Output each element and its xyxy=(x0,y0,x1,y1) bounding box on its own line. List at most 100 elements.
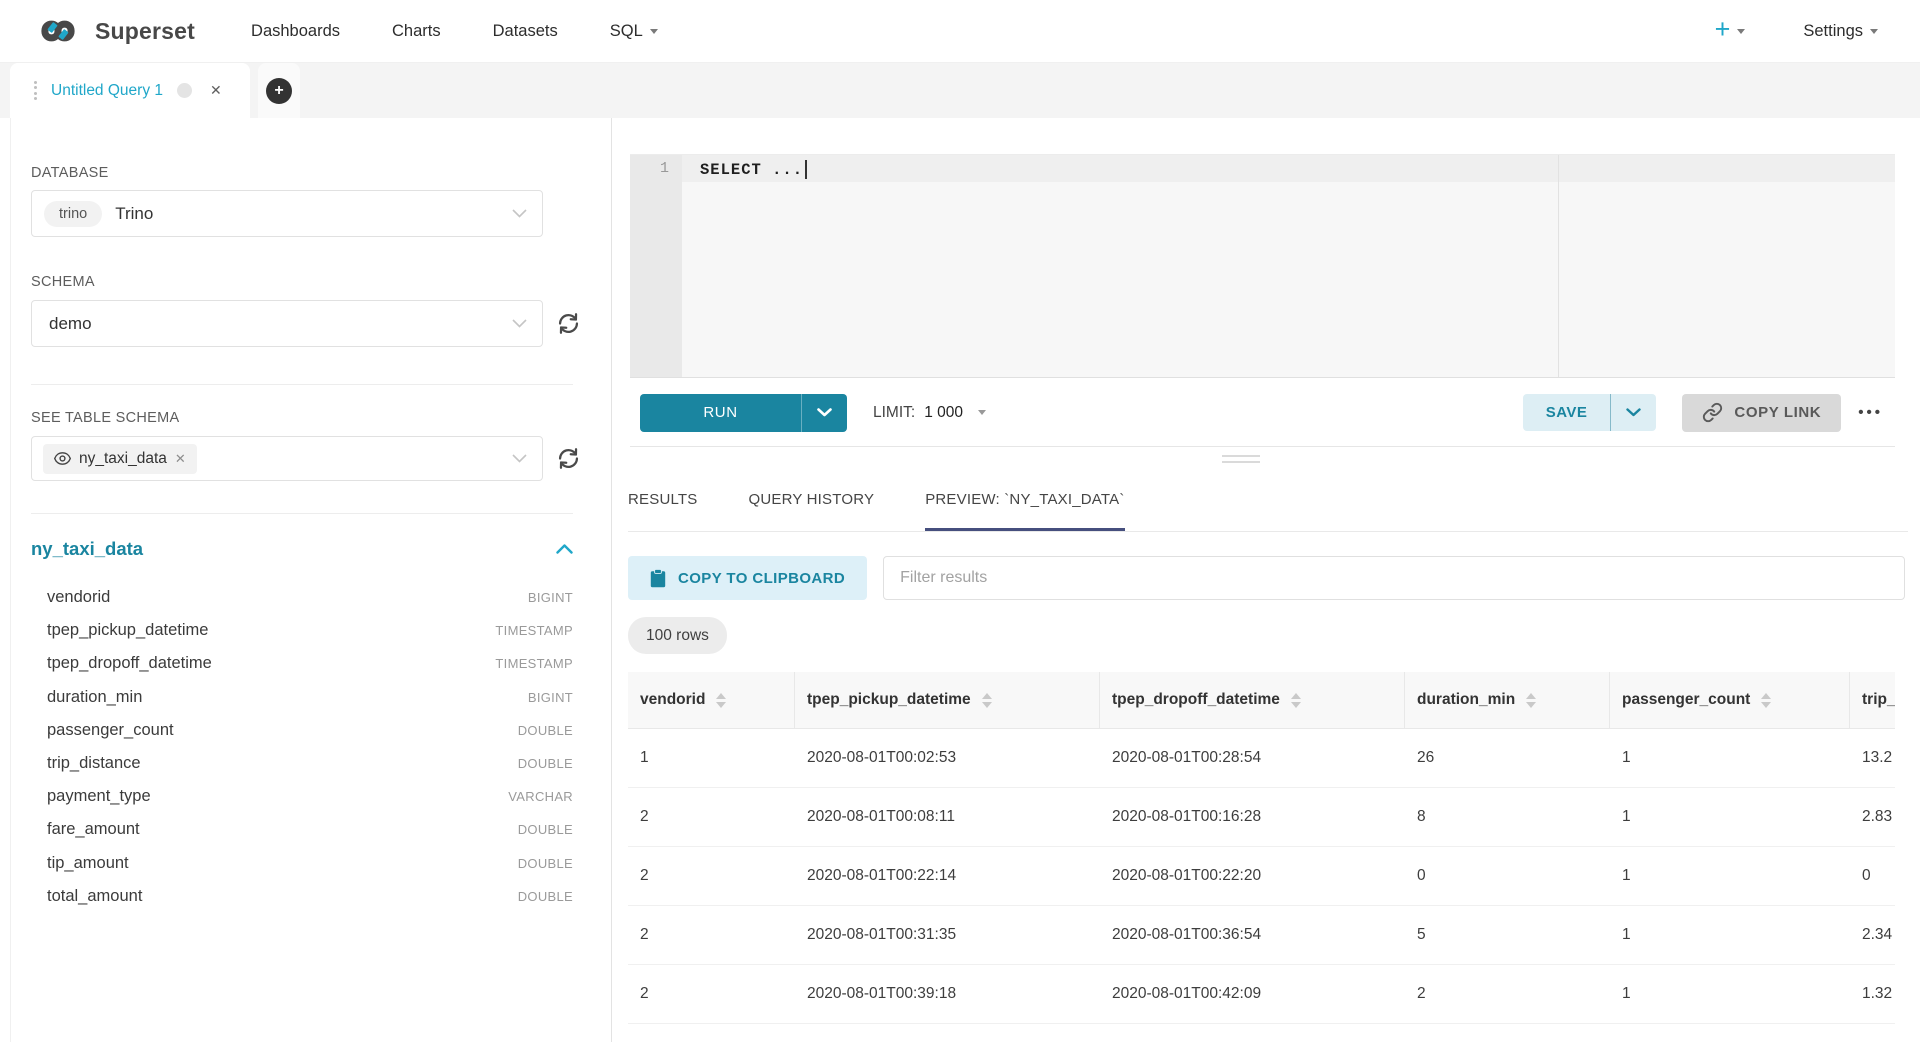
query-tab-strip: Untitled Query 1 ✕ + xyxy=(0,63,1920,118)
table-cell: 2020-08-01T00:28:54 xyxy=(1100,729,1405,787)
superset-logo[interactable]: Superset xyxy=(30,16,195,46)
limit-dropdown[interactable]: LIMIT: 1 000 xyxy=(873,404,986,422)
nav-dashboards[interactable]: Dashboards xyxy=(251,22,340,41)
editor-code-line[interactable]: SELECT ... xyxy=(700,160,807,179)
schema-column-row[interactable]: total_amountDOUBLE xyxy=(47,880,573,913)
sort-icon[interactable] xyxy=(1526,693,1536,708)
collapse-chevron-up-icon[interactable] xyxy=(556,544,573,554)
copy-to-clipboard-label: COPY TO CLIPBOARD xyxy=(678,570,845,587)
table-panel-header: ny_taxi_data xyxy=(31,538,573,560)
table-header-cell[interactable]: vendorid xyxy=(628,672,795,728)
schema-select[interactable]: demo xyxy=(31,300,543,347)
schema-column-row[interactable]: passenger_countDOUBLE xyxy=(47,714,573,747)
add-tab-button[interactable]: + xyxy=(266,78,292,104)
eye-icon[interactable] xyxy=(54,452,71,465)
table-header-cell[interactable]: trip_distance xyxy=(1850,672,1895,728)
table-row[interactable]: 22020-08-01T00:39:182020-08-01T00:42:092… xyxy=(628,965,1895,1024)
table-select[interactable]: ny_taxi_data ✕ xyxy=(31,436,543,481)
schema-column-row[interactable]: trip_distanceDOUBLE xyxy=(47,747,573,780)
table-row[interactable]: 22020-08-01T00:08:112020-08-01T00:16:288… xyxy=(628,788,1895,847)
editor-toolbar: RUN LIMIT: 1 000 SAVE xyxy=(630,379,1895,447)
infinity-logo-icon xyxy=(30,16,86,46)
superset-app: Superset Dashboards Charts Datasets SQL … xyxy=(0,0,1920,1042)
copy-link-label: COPY LINK xyxy=(1734,404,1821,421)
run-options-button[interactable] xyxy=(802,394,847,432)
schema-column-row[interactable]: payment_typeVARCHAR xyxy=(47,780,573,813)
tab-results[interactable]: RESULTS xyxy=(628,491,697,531)
table-header-cell[interactable]: tpep_dropoff_datetime xyxy=(1100,672,1405,728)
table-cell: 2020-08-01T00:31:35 xyxy=(795,906,1100,964)
close-tab-icon[interactable]: ✕ xyxy=(210,82,222,99)
drag-handle-icon[interactable] xyxy=(34,81,37,101)
column-name: fare_amount xyxy=(47,820,140,839)
table-name-heading[interactable]: ny_taxi_data xyxy=(31,538,143,560)
schema-column-row[interactable]: tpep_dropoff_datetimeTIMESTAMP xyxy=(47,647,573,680)
limit-label: LIMIT: xyxy=(873,404,915,422)
table-header-cell[interactable]: duration_min xyxy=(1405,672,1610,728)
table-row[interactable]: 22020-08-01T00:31:352020-08-01T00:36:545… xyxy=(628,906,1895,965)
table-cell: 2020-08-01T00:08:11 xyxy=(795,788,1100,846)
new-item-menu[interactable]: + xyxy=(1715,19,1746,43)
sort-icon[interactable] xyxy=(1291,693,1301,708)
database-select[interactable]: trino Trino xyxy=(31,190,543,237)
query-tab-active[interactable]: Untitled Query 1 ✕ xyxy=(10,63,250,118)
run-button[interactable]: RUN xyxy=(640,394,802,432)
caret-down-icon xyxy=(1737,29,1745,34)
settings-menu[interactable]: Settings xyxy=(1803,22,1878,41)
table-row[interactable]: 12020-08-01T00:02:532020-08-01T00:28:542… xyxy=(628,729,1895,788)
refresh-table-icon[interactable] xyxy=(555,445,582,472)
table-row[interactable]: 22020-08-01T00:22:142020-08-01T00:22:200… xyxy=(628,847,1895,906)
table-cell: 2020-08-01T00:02:53 xyxy=(795,729,1100,787)
pane-resize-handle[interactable] xyxy=(1222,455,1260,465)
more-options-button[interactable]: ••• xyxy=(1858,404,1883,421)
table-header-cell[interactable]: passenger_count xyxy=(1610,672,1850,728)
sort-icon[interactable] xyxy=(716,693,726,708)
line-number: 1 xyxy=(630,155,682,177)
top-navbar: Superset Dashboards Charts Datasets SQL … xyxy=(0,0,1920,63)
results-controls: COPY TO CLIPBOARD xyxy=(628,556,1905,600)
filter-results-input[interactable] xyxy=(883,556,1905,600)
copy-link-button[interactable]: COPY LINK xyxy=(1682,394,1841,432)
text-cursor xyxy=(805,160,807,179)
nav-charts[interactable]: Charts xyxy=(392,22,441,41)
table-cell: 2 xyxy=(628,906,795,964)
schema-column-row[interactable]: tpep_pickup_datetimeTIMESTAMP xyxy=(47,614,573,647)
database-backend-pill: trino xyxy=(44,201,102,227)
add-tab-area: + xyxy=(258,63,300,118)
schema-column-row[interactable]: vendoridBIGINT xyxy=(47,581,573,614)
save-options-button[interactable] xyxy=(1611,394,1656,431)
link-icon xyxy=(1702,402,1723,423)
column-name: total_amount xyxy=(47,887,142,906)
column-name: payment_type xyxy=(47,787,151,806)
sort-icon[interactable] xyxy=(982,693,992,708)
query-tab-label[interactable]: Untitled Query 1 xyxy=(51,82,163,100)
refresh-schema-icon[interactable] xyxy=(555,310,582,337)
copy-to-clipboard-button[interactable]: COPY TO CLIPBOARD xyxy=(628,556,867,600)
schema-column-row[interactable]: fare_amountDOUBLE xyxy=(47,813,573,846)
nav-datasets[interactable]: Datasets xyxy=(493,22,558,41)
schema-column-row[interactable]: tip_amountDOUBLE xyxy=(47,847,573,880)
nav-sql-menu[interactable]: SQL xyxy=(610,22,658,41)
table-cell: 2 xyxy=(628,965,795,1023)
sql-editor[interactable]: 1 SELECT ... xyxy=(630,154,1895,378)
column-header-label: tpep_dropoff_datetime xyxy=(1112,691,1280,709)
remove-table-icon[interactable]: ✕ xyxy=(175,451,186,467)
save-button[interactable]: SAVE xyxy=(1523,394,1612,431)
table-header-cell[interactable]: tpep_pickup_datetime xyxy=(795,672,1100,728)
table-cell: 0 xyxy=(1850,847,1895,905)
column-name: tip_amount xyxy=(47,854,129,873)
table-cell: 1 xyxy=(1610,788,1850,846)
column-name: duration_min xyxy=(47,688,142,707)
sql-code: SELECT ... xyxy=(700,161,803,179)
save-split-button: SAVE xyxy=(1523,394,1657,431)
column-header-label: duration_min xyxy=(1417,691,1515,709)
tab-preview-ny-taxi-data[interactable]: PREVIEW: `NY_TAXI_DATA` xyxy=(925,491,1124,531)
results-grid: vendoridtpep_pickup_datetime tpep_dropoff… xyxy=(628,672,1895,1042)
sort-icon[interactable] xyxy=(1761,693,1771,708)
query-state-indicator xyxy=(177,83,192,98)
tab-query-history[interactable]: QUERY HISTORY xyxy=(748,491,874,531)
table-cell: 2 xyxy=(1405,965,1610,1023)
column-name: tpep_dropoff_datetime xyxy=(47,654,212,673)
schema-column-row[interactable]: duration_minBIGINT xyxy=(47,681,573,714)
chevron-down-icon xyxy=(1626,408,1641,417)
